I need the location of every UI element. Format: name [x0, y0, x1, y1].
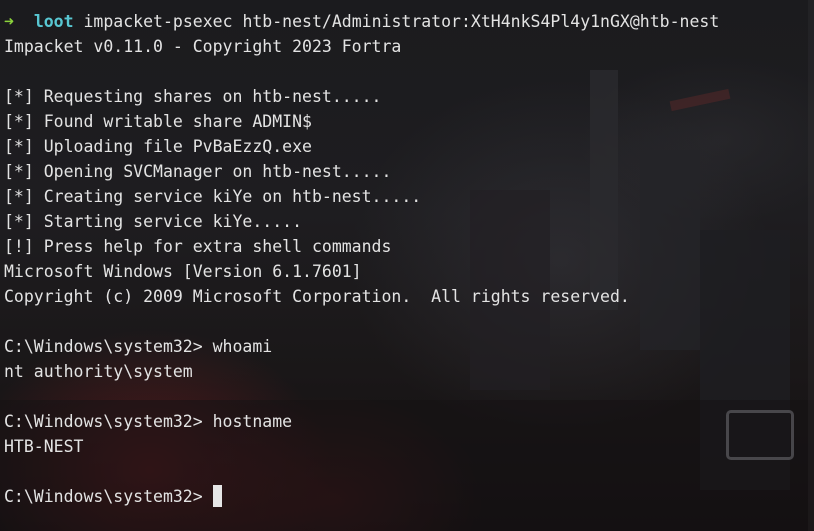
text-cursor[interactable]	[212, 485, 222, 507]
terminal-output-line: Impacket v0.11.0 - Copyright 2023 Fortra	[4, 37, 402, 56]
terminal-output-line: [*] Creating service kiYe on htb-nest...…	[4, 187, 422, 206]
terminal-output-line: [*] Opening SVCManager on htb-nest.....	[4, 162, 392, 181]
terminal-output: Impacket v0.11.0 - Copyright 2023 Fortra…	[4, 34, 814, 484]
prompt-arrow-icon: ➜	[4, 12, 14, 31]
terminal-output-line: [*] Starting service kiYe.....	[4, 212, 303, 231]
terminal-output-line: [*] Found writable share ADMIN$	[4, 112, 312, 131]
prompt-command: impacket-psexec htb-nest/Administrator:X…	[83, 12, 720, 31]
active-prompt-line[interactable]: C:\Windows\system32>	[4, 484, 814, 509]
terminal-output-line: C:\Windows\system32> whoami	[4, 337, 273, 356]
terminal-output-line: C:\Windows\system32> hostname	[4, 412, 293, 431]
terminal-output-line: Copyright (c) 2009 Microsoft Corporation…	[4, 287, 630, 306]
terminal-output-line: Microsoft Windows [Version 6.1.7601]	[4, 262, 362, 281]
terminal-output-line: [!] Press help for extra shell commands	[4, 237, 392, 256]
terminal-output-line: HTB-NEST	[4, 437, 84, 456]
terminal-output-line: nt authority\system	[4, 362, 193, 381]
terminal-window[interactable]: ➜ loot impacket-psexec htb-nest/Administ…	[4, 9, 814, 531]
terminal-output-line: [*] Uploading file PvBaEzzQ.exe	[4, 137, 312, 156]
cmd-prompt: C:\Windows\system32>	[4, 487, 213, 506]
prompt-directory: loot	[33, 12, 74, 31]
shell-prompt-line: ➜ loot impacket-psexec htb-nest/Administ…	[4, 9, 814, 34]
terminal-output-line: [*] Requesting shares on htb-nest.....	[4, 87, 382, 106]
